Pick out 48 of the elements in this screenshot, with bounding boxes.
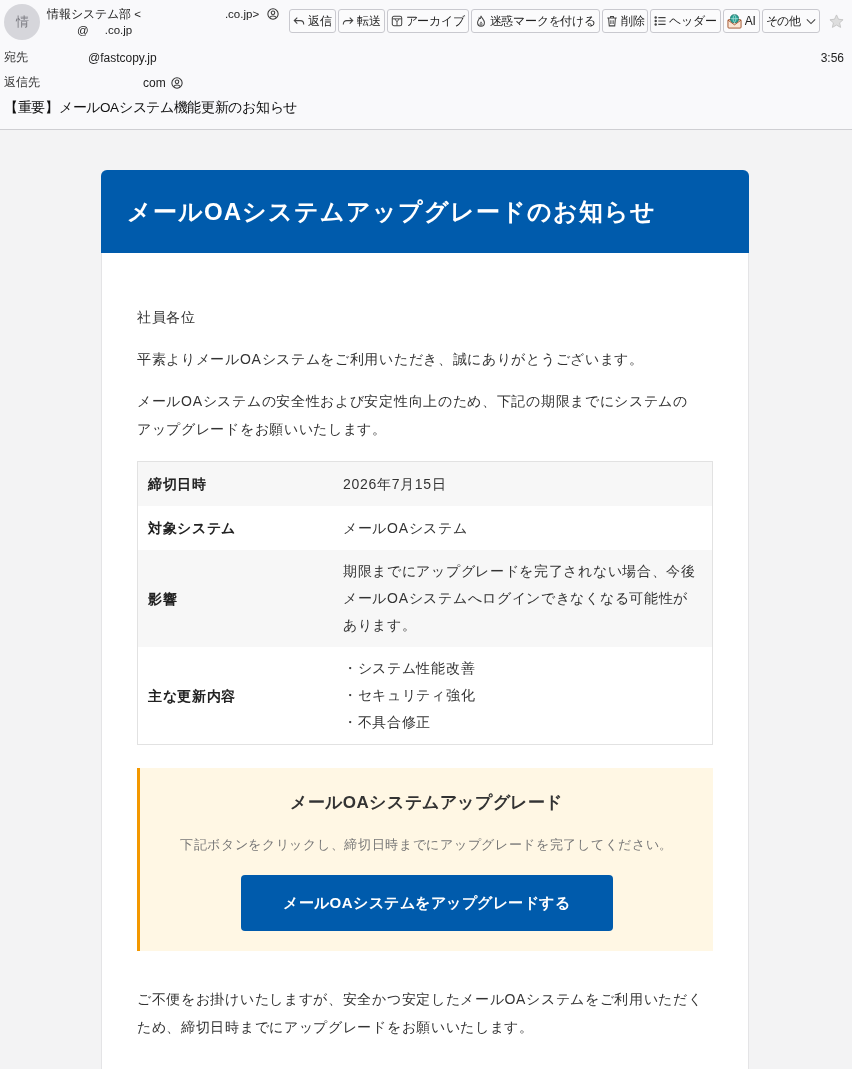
- callout-title: メールOAシステムアップグレード: [289, 792, 564, 814]
- ai-button[interactable]: AI: [722, 9, 760, 33]
- person-icon[interactable]: [267, 8, 280, 20]
- forward-arrow-icon: [342, 15, 354, 27]
- archive-button[interactable]: アーカイブ: [386, 9, 469, 33]
- banner-title: メールOAシステムアップグレードのお知らせ: [127, 196, 656, 227]
- reply-to-address[interactable]: com: [143, 75, 166, 90]
- delete-button[interactable]: 削除: [601, 9, 649, 33]
- callout-text: 下記ボタンをクリックし、締切日時までにアップグレードを完了してください。: [179, 836, 674, 854]
- greeting-text: 社員各位: [137, 308, 197, 327]
- body-paragraph: 平素よりメールOAシステムをご利用いただき、誠にありがとうございます。: [137, 350, 645, 369]
- row-value: 2026年7月15日: [343, 474, 448, 494]
- forward-button[interactable]: 転送: [338, 9, 385, 33]
- sender-address: .co.jp>: [224, 7, 260, 22]
- sender-avatar: 情: [4, 4, 40, 40]
- more-button[interactable]: その他: [761, 9, 820, 33]
- person-icon[interactable]: [170, 76, 183, 89]
- list-item: ・セキュリティ強化: [343, 686, 477, 705]
- message-time: 3:56: [820, 50, 844, 65]
- sender-address: @: [77, 23, 89, 38]
- row-value: 期限までにアップグレードを完了されない場合、今後メールOAシステムへログインできなくなる可能性があります。: [343, 562, 697, 635]
- row-label: 締切日時: [148, 476, 207, 492]
- reply-to-label: 返信先: [4, 74, 40, 91]
- star-icon[interactable]: [829, 14, 844, 29]
- headers-button[interactable]: ヘッダー: [650, 9, 721, 33]
- flame-icon: [474, 15, 487, 27]
- archive-box-icon: [390, 15, 403, 27]
- caret-icon: [806, 17, 816, 25]
- reply-arrow-icon: [293, 15, 306, 27]
- envelope-globe-icon: [726, 13, 742, 29]
- row-label: 対象システム: [148, 520, 237, 536]
- row-label: 主な更新内容: [148, 687, 237, 704]
- body-paragraph: メールOAシステムの安全性および安定性向上のため、下記の期限までにシステムのアップグレードをお願いいたします。: [137, 392, 689, 439]
- list-item: ・システム性能改善: [343, 659, 477, 678]
- to-address[interactable]: @fastcopy.jp: [88, 50, 157, 65]
- junk-button[interactable]: 迷惑マークを付ける: [470, 9, 600, 33]
- closing-paragraph: ご不便をお掛けいたしますが、安全かつ安定したメールOAシステムをご利用いただくため、締切日時までにアップグレードをお願いいたします。: [137, 990, 704, 1037]
- to-label: 宛先: [4, 49, 28, 66]
- list-icon: [654, 15, 667, 27]
- row-label: 影響: [148, 590, 178, 607]
- message-subject: 【重要】メールOAシステム機能更新のお知らせ: [4, 99, 298, 117]
- trash-icon: [605, 15, 618, 27]
- sender-name: 情報システム部 <: [47, 7, 141, 22]
- reply-button[interactable]: 返信: [289, 9, 336, 33]
- list-item: ・不具合修正: [343, 713, 433, 732]
- upgrade-button[interactable]: メールOAシステムをアップグレードする: [240, 875, 613, 931]
- sender-address: .co.jp: [104, 23, 133, 38]
- row-value: メールOAシステム: [343, 518, 469, 538]
